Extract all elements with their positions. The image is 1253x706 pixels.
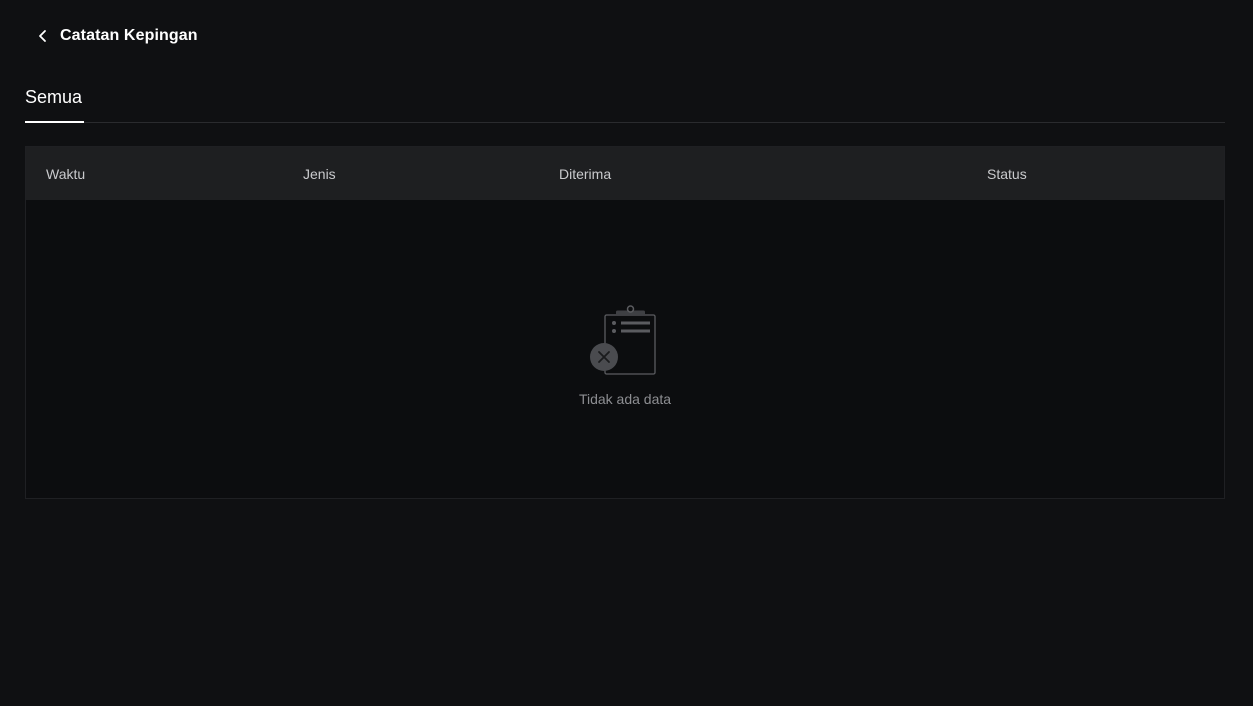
empty-state-text: Tidak ada data xyxy=(578,391,672,407)
page-title: Catatan Kepingan xyxy=(60,27,198,44)
tab-bar: Semua xyxy=(25,72,1225,123)
tab-label: Semua xyxy=(25,86,83,107)
active-tab-indicator xyxy=(25,121,84,123)
back-header[interactable]: Catatan Kepingan xyxy=(25,18,198,54)
records-table: Waktu Jenis Diterima Status Tidak ada da… xyxy=(25,146,1225,499)
empty-state: Tidak ada data xyxy=(26,200,1224,498)
column-header-waktu: Waktu xyxy=(46,165,86,182)
chevron-left-icon[interactable] xyxy=(33,26,53,46)
column-header-jenis: Jenis xyxy=(303,165,336,182)
empty-clipboard-icon xyxy=(588,305,658,375)
column-header-diterima: Diterima xyxy=(559,165,612,182)
tab-semua[interactable]: Semua xyxy=(25,72,82,122)
column-header-status: Status xyxy=(987,165,1027,182)
page: Catatan Kepingan Semua Waktu Jenis Diter… xyxy=(0,0,1253,706)
table-header: Waktu Jenis Diterima Status xyxy=(26,147,1224,200)
